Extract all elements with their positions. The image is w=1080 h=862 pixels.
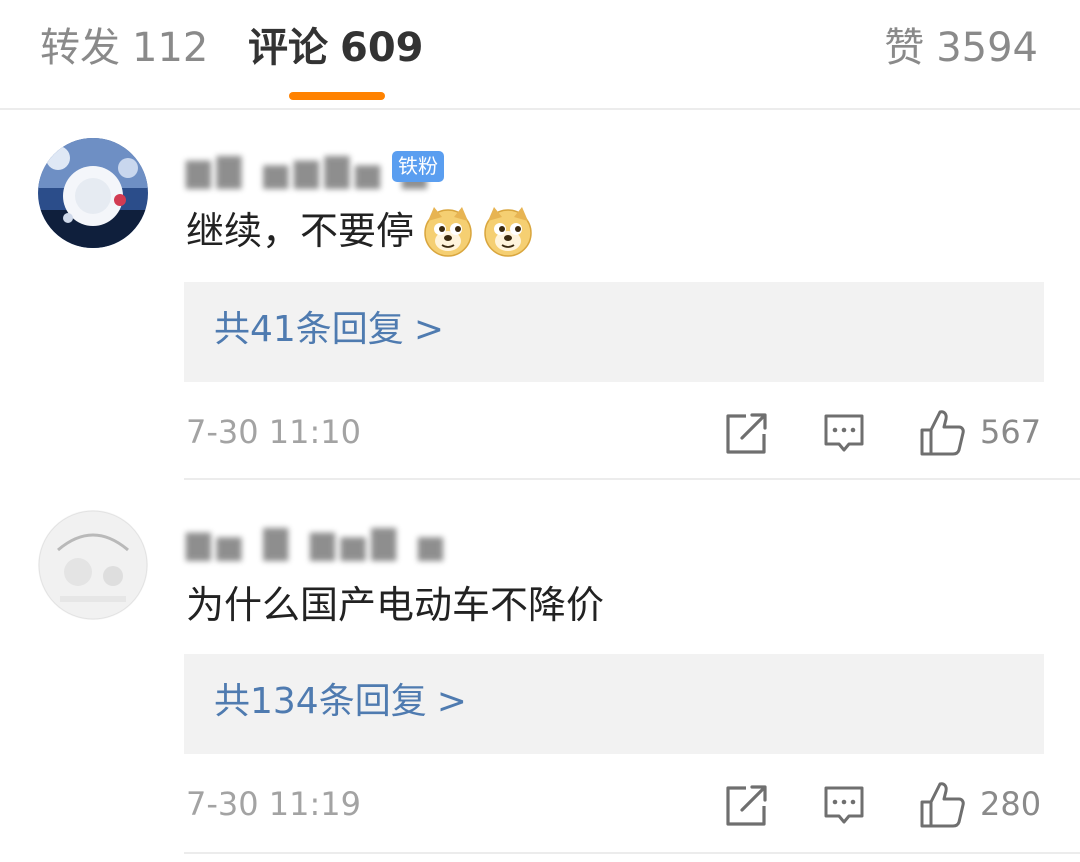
reply-thread-box[interactable]: 共41条回复 >	[184, 282, 1044, 382]
fan-badge: 铁粉	[392, 151, 444, 182]
comment-item: ▆▅ ▇ ▆▅▇ ▅ 为什么国产电动车不降价 共134条回复 > 7-30 11:…	[0, 482, 1080, 854]
repost-button[interactable]	[724, 406, 768, 458]
comment-timestamp: 7-30 11:10	[186, 413, 362, 451]
tab-comments-label: 评论	[248, 25, 328, 71]
comment-tab-bar: 转发 112 评论 609 赞 3594	[0, 0, 1080, 110]
like-button[interactable]: 567	[918, 406, 1048, 458]
view-replies-link[interactable]: 共41条回复 >	[214, 306, 444, 354]
avatar[interactable]	[38, 510, 148, 620]
like-count: 567	[980, 413, 1042, 451]
thumbs-up-icon	[920, 410, 965, 456]
tab-likes-label: 赞	[884, 25, 925, 71]
tab-repost-label: 转发	[40, 25, 120, 71]
doge-emoji	[484, 206, 532, 257]
comment-bubble-icon	[824, 414, 864, 452]
comment-meta-row: 7-30 11:19 280	[0, 778, 1080, 830]
tab-repost[interactable]: 转发 112	[40, 22, 208, 74]
chevron-right-icon: >	[436, 681, 467, 722]
share-arrow-icon	[726, 413, 767, 454]
like-count: 280	[980, 785, 1042, 823]
comment-divider	[184, 478, 1080, 480]
avatar[interactable]	[38, 138, 148, 248]
thumbs-up-icon	[920, 782, 965, 828]
comment-item: ▆▇ ▅▆▇▅ ▆ 铁粉 继续，不要停 共41条回复 > 7-30 11:10 …	[0, 110, 1080, 480]
tab-comments[interactable]: 评论 609	[248, 22, 424, 74]
share-arrow-icon	[726, 785, 767, 826]
like-button[interactable]: 280	[918, 778, 1048, 830]
chevron-right-icon: >	[413, 309, 444, 350]
doge-emoji	[424, 206, 472, 257]
comment-text: 为什么国产电动车不降价	[186, 583, 605, 627]
comment-text: 继续，不要停	[186, 206, 534, 257]
view-replies-link[interactable]: 共134条回复 >	[214, 678, 467, 726]
tab-repost-count: 112	[132, 25, 209, 71]
reply-button[interactable]	[822, 406, 866, 458]
view-replies-label: 共134条回复	[214, 681, 427, 722]
tab-comments-count: 609	[340, 25, 424, 71]
tab-likes-count: 3594	[936, 25, 1038, 71]
tab-likes[interactable]: 赞 3594	[884, 22, 1038, 74]
comment-meta-row: 7-30 11:10 567	[0, 406, 1080, 458]
repost-button[interactable]	[724, 778, 768, 830]
reply-button[interactable]	[822, 778, 866, 830]
comment-divider	[184, 852, 1080, 854]
comment-bubble-icon	[824, 786, 864, 824]
username-obscured[interactable]: ▆▅ ▇ ▆▅▇ ▅	[186, 522, 449, 562]
comment-timestamp: 7-30 11:19	[186, 785, 362, 823]
reply-thread-box[interactable]: 共134条回复 >	[184, 654, 1044, 754]
active-tab-indicator	[289, 92, 385, 100]
avatar-image	[38, 510, 148, 620]
comment-text-body: 继续，不要停	[186, 209, 415, 253]
avatar-image	[38, 138, 148, 248]
view-replies-label: 共41条回复	[214, 309, 404, 350]
